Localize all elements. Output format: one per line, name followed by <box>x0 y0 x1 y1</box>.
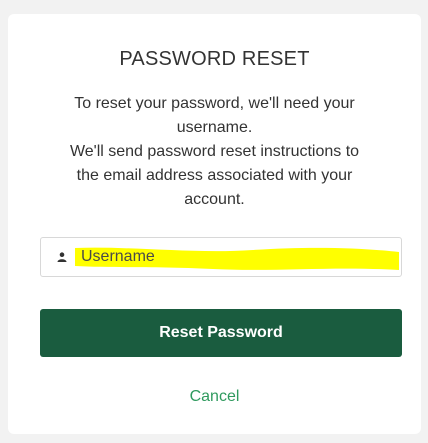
user-icon <box>57 252 67 262</box>
username-input[interactable] <box>81 243 381 271</box>
username-field[interactable] <box>40 237 402 277</box>
instruction-line: account. <box>184 191 245 208</box>
instruction-line: username. <box>176 119 253 136</box>
reset-instructions: To reset your password, we'll need your … <box>48 92 381 212</box>
password-reset-card: PASSWORD RESET To reset your password, w… <box>8 14 421 434</box>
reset-password-button[interactable]: Reset Password <box>40 309 402 357</box>
page-title: PASSWORD RESET <box>119 48 310 70</box>
instruction-line: the email address associated with your <box>76 167 353 184</box>
cancel-link[interactable]: Cancel <box>8 388 421 406</box>
instruction-line: We'll send password reset instructions t… <box>69 143 360 160</box>
instruction-line: To reset your password, we'll need your <box>74 95 355 112</box>
